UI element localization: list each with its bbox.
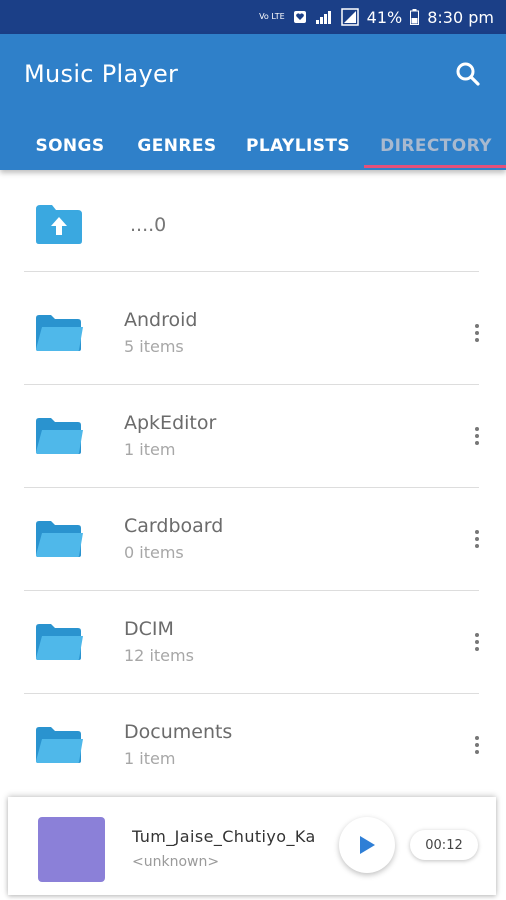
folder-icon — [36, 315, 83, 351]
parent-directory-label: ....0 — [130, 214, 167, 236]
clock: 8:30 pm — [427, 7, 494, 27]
now-playing-bar[interactable]: Tum_Jaise_Chutiyo_Ka <unknown> 00:12 — [8, 797, 496, 895]
album-art[interactable] — [38, 817, 105, 882]
network-label: Vo LTE — [259, 12, 285, 21]
folder-icon — [36, 727, 83, 763]
more-vert-icon[interactable] — [470, 424, 484, 448]
parent-directory-row[interactable]: ....0 — [0, 170, 506, 272]
more-vert-icon[interactable] — [470, 733, 484, 757]
folder-name: Documents — [124, 721, 233, 743]
folder-row-android[interactable]: Android 5 items — [0, 283, 506, 385]
notification-icon — [293, 10, 307, 24]
folder-item-count: 12 items — [124, 646, 194, 665]
battery-percent: 41% — [366, 7, 403, 27]
folder-name: Android — [124, 309, 198, 331]
folder-item-count: 5 items — [124, 337, 184, 356]
tab-genres[interactable]: GENRES — [128, 122, 226, 170]
battery-icon — [410, 9, 420, 25]
track-title: Tum_Jaise_Chutiyo_Ka — [132, 827, 316, 846]
tab-indicator — [364, 165, 506, 168]
signal-2-icon — [340, 8, 359, 26]
search-icon — [456, 62, 480, 86]
folder-name: Cardboard — [124, 515, 224, 537]
divider — [24, 487, 479, 488]
more-vert-icon[interactable] — [470, 630, 484, 654]
status-bar: Vo LTE 41% 8:30 pm — [0, 0, 506, 34]
volte-icon: Vo LTE — [259, 13, 285, 21]
play-button[interactable] — [339, 817, 395, 873]
folder-row-cardboard[interactable]: Cardboard 0 items — [0, 489, 506, 591]
folder-up-icon — [36, 205, 82, 244]
folder-icon — [36, 624, 83, 660]
divider — [24, 590, 479, 591]
divider — [24, 384, 479, 385]
more-vert-icon[interactable] — [470, 321, 484, 345]
tab-songs[interactable]: SONGS — [22, 122, 118, 170]
tab-directory[interactable]: DIRECTORY — [366, 122, 506, 170]
app-bar: Music Player SONGS GENRES PLAYLISTS DIRE… — [0, 34, 506, 170]
folder-name: ApkEditor — [124, 412, 217, 434]
more-vert-icon[interactable] — [470, 527, 484, 551]
folder-row-apkeditor[interactable]: ApkEditor 1 item — [0, 386, 506, 488]
folder-item-count: 1 item — [124, 749, 176, 768]
tab-playlists[interactable]: PLAYLISTS — [238, 122, 358, 170]
folder-item-count: 1 item — [124, 440, 176, 459]
folder-item-count: 0 items — [124, 543, 184, 562]
app-title: Music Player — [24, 60, 179, 88]
elapsed-time: 00:12 — [410, 830, 478, 860]
tab-bar: SONGS GENRES PLAYLISTS DIRECTORY — [0, 122, 506, 170]
folder-icon — [36, 418, 83, 454]
play-icon — [360, 836, 375, 854]
signal-icon — [315, 9, 333, 25]
folder-name: DCIM — [124, 618, 174, 640]
folder-row-dcim[interactable]: DCIM 12 items — [0, 592, 506, 694]
track-artist: <unknown> — [132, 854, 220, 870]
divider — [24, 693, 479, 694]
folder-row-documents[interactable]: Documents 1 item — [0, 695, 506, 797]
folder-icon — [36, 521, 83, 557]
divider — [24, 271, 479, 272]
search-button[interactable] — [452, 58, 484, 90]
